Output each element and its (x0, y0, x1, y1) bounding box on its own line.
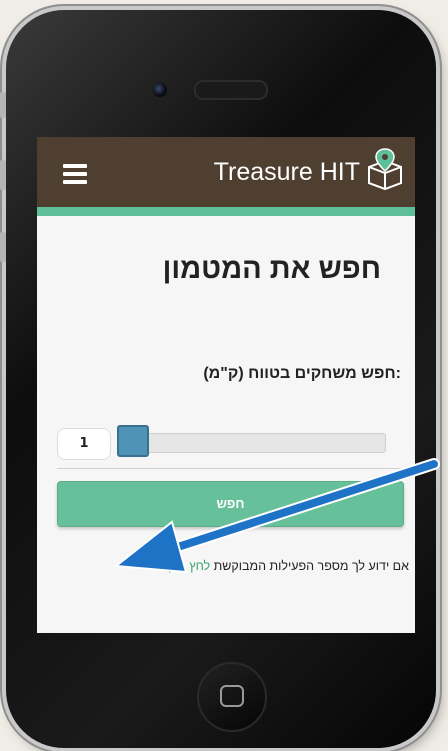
page-title: חפש את המטמון (162, 253, 381, 285)
phone-volume-down (0, 232, 6, 262)
divider (57, 468, 404, 469)
phone-mute-switch (0, 92, 6, 118)
range-label: חפש משחקים בטווח (ק"מ): (203, 365, 401, 382)
help-text: אם ידוע לך מספר הפעילות המבוקשת (213, 559, 409, 573)
search-button[interactable]: חפש (57, 481, 404, 527)
phone-volume-up (0, 160, 6, 190)
app-header: Treasure HIT (37, 137, 415, 216)
treasure-chest-map-pin-icon (368, 148, 402, 191)
front-camera (153, 83, 167, 97)
earpiece-speaker (194, 80, 268, 100)
hamburger-menu-icon[interactable] (63, 164, 87, 184)
app-screen: Treasure HIT חפש את המטמון חפש משחקים בט… (37, 137, 415, 633)
range-slider-track[interactable] (117, 433, 386, 453)
app-title: Treasure HIT (213, 158, 360, 186)
home-button[interactable] (197, 662, 267, 732)
home-square-icon (220, 685, 244, 707)
help-link[interactable]: לחץ כאן (168, 559, 210, 573)
range-value-field[interactable]: 1 (57, 428, 111, 460)
help-line: אם ידוע לך מספר הפעילות המבוקשת לחץ כאן (37, 559, 409, 573)
range-slider-thumb[interactable] (117, 425, 149, 457)
